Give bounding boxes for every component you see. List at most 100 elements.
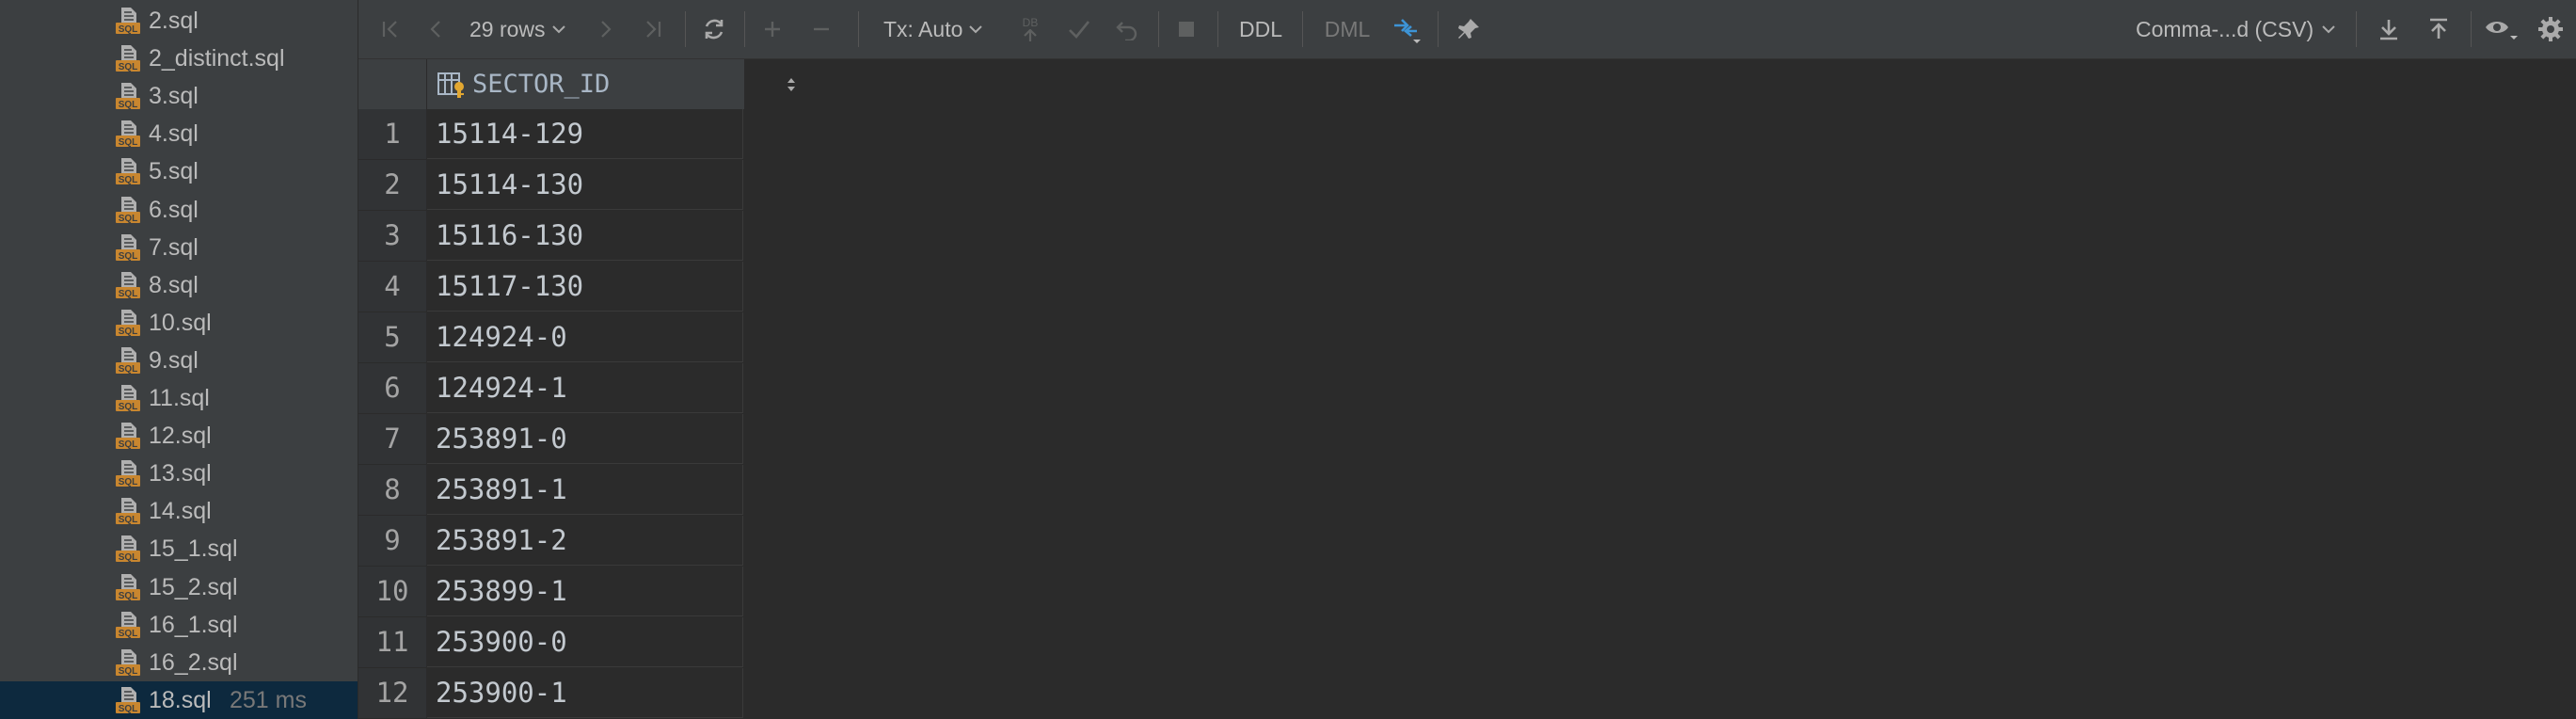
file-name: 16_1.sql	[149, 611, 238, 638]
table-row[interactable]: 8 253891-1	[358, 465, 744, 516]
file-tree-item[interactable]: SQL 16_2.sql	[0, 644, 358, 681]
sector-id-cell[interactable]: 253900-0	[427, 617, 743, 667]
column-header-sector-id[interactable]: SECTOR_ID	[427, 59, 795, 109]
chevron-down-icon	[551, 25, 565, 34]
sector-id-cell[interactable]: 124924-1	[427, 363, 743, 413]
table-row[interactable]: 2 15114-130	[358, 160, 744, 211]
file-name: 2.sql	[149, 8, 199, 34]
table-row[interactable]: 4 15117-130	[358, 262, 744, 312]
export-download-icon[interactable]	[2372, 0, 2406, 58]
file-tree-item[interactable]: SQL 9.sql	[0, 342, 358, 379]
file-tree-item[interactable]: SQL 13.sql	[0, 455, 358, 492]
sql-file-icon: SQL	[116, 535, 140, 563]
stop-icon[interactable]	[1171, 0, 1201, 58]
rollback-undo-icon[interactable]	[1112, 0, 1142, 58]
svg-text:SQL: SQL	[119, 214, 138, 224]
file-tree-item[interactable]: SQL 7.sql	[0, 229, 358, 266]
svg-text:SQL: SQL	[119, 515, 138, 525]
sql-file-icon: SQL	[116, 611, 140, 639]
svg-text:SQL: SQL	[119, 666, 138, 677]
file-tree-item[interactable]: SQL 11.sql	[0, 379, 358, 417]
sector-id-cell[interactable]: 15117-130	[427, 262, 743, 312]
table-row[interactable]: 5 124924-0	[358, 312, 744, 363]
file-tree-item[interactable]: SQL 16_1.sql	[0, 606, 358, 644]
file-tree-item[interactable]: SQL 4.sql	[0, 115, 358, 152]
table-row[interactable]: 3 15116-130	[358, 211, 744, 262]
sql-file-icon: SQL	[116, 498, 140, 525]
pin-tab-icon[interactable]	[1450, 0, 1487, 58]
sector-id-cell[interactable]: 253899-1	[427, 567, 743, 616]
sector-id-cell[interactable]: 15114-129	[427, 109, 743, 159]
add-row-icon[interactable]	[758, 0, 787, 58]
compare-arrows-icon[interactable]	[1388, 0, 1425, 58]
settings-gear-icon[interactable]	[2534, 0, 2568, 58]
sector-id-cell[interactable]: 253891-2	[427, 516, 743, 566]
results-toolbar: 29 rows Tx: Auto DB DDL DML Comma-...d (…	[358, 0, 2576, 59]
file-tree-item[interactable]: SQL 18.sql 251 ms	[0, 680, 358, 719]
table-row[interactable]: 7 253891-0	[358, 414, 744, 465]
first-page-icon[interactable]	[374, 0, 406, 58]
export-format-dropdown[interactable]: Comma-...d (CSV)	[2136, 0, 2345, 58]
file-name: 8.sql	[149, 271, 199, 298]
next-page-icon[interactable]	[592, 0, 620, 58]
row-number: 10	[358, 567, 427, 617]
sector-id-cell[interactable]: 15116-130	[427, 211, 743, 261]
export-format-label: Comma-...d (CSV)	[2136, 16, 2314, 41]
sort-toggle-icon[interactable]	[785, 74, 798, 95]
last-page-icon[interactable]	[637, 0, 669, 58]
table-row[interactable]: 9 253891-2	[358, 516, 744, 567]
svg-text:SQL: SQL	[119, 24, 138, 35]
file-tree-item[interactable]: SQL 8.sql	[0, 266, 358, 304]
file-tree-item[interactable]: SQL 2.sql	[0, 2, 358, 40]
file-tree-item[interactable]: SQL 2_distinct.sql	[0, 40, 358, 77]
table-row[interactable]: 12 253900-1	[358, 668, 744, 719]
table-row[interactable]: 1 15114-129	[358, 109, 744, 160]
sql-file-icon: SQL	[116, 648, 140, 677]
dml-button[interactable]: DML	[1318, 0, 1376, 58]
file-tree-item[interactable]: SQL 15_1.sql	[0, 530, 358, 567]
row-number: 9	[358, 516, 427, 567]
ddl-button[interactable]: DDL	[1232, 0, 1289, 58]
sql-file-icon: SQL	[116, 460, 140, 487]
submit-db-icon[interactable]: DB	[1016, 0, 1044, 58]
ddl-label: DDL	[1238, 16, 1282, 41]
table-row[interactable]: 11 253900-0	[358, 617, 744, 668]
toolbar-separator	[1302, 11, 1303, 47]
toolbar-separator	[2356, 11, 2357, 47]
table-row[interactable]: 10 253899-1	[358, 567, 744, 617]
svg-text:SQL: SQL	[119, 100, 138, 110]
delete-row-icon[interactable]	[807, 0, 835, 58]
sector-id-cell[interactable]: 15114-130	[427, 160, 743, 210]
refresh-icon[interactable]	[695, 0, 733, 58]
sql-file-icon: SQL	[116, 573, 140, 601]
view-options-eye-icon[interactable]	[2481, 0, 2522, 58]
sql-file-icon: SQL	[116, 346, 140, 375]
file-tree-item[interactable]: SQL 5.sql	[0, 152, 358, 190]
sql-file-icon: SQL	[116, 423, 140, 450]
file-tree-item[interactable]: SQL 12.sql	[0, 417, 358, 455]
svg-text:SQL: SQL	[119, 62, 138, 72]
toolbar-separator	[1217, 11, 1218, 47]
sql-file-icon: SQL	[116, 120, 140, 148]
file-tree-item[interactable]: SQL 14.sql	[0, 492, 358, 530]
file-tree-item[interactable]: SQL 6.sql	[0, 191, 358, 229]
import-upload-icon[interactable]	[2422, 0, 2456, 58]
file-name: 4.sql	[149, 120, 199, 148]
previous-page-icon[interactable]	[421, 0, 450, 58]
file-name: 9.sql	[149, 346, 199, 374]
file-tree-item[interactable]: SQL 3.sql	[0, 77, 358, 115]
sector-id-cell[interactable]: 253891-0	[427, 414, 743, 464]
sector-id-cell[interactable]: 253900-1	[427, 668, 743, 718]
row-number: 4	[358, 262, 427, 312]
transaction-mode-dropdown[interactable]: Tx: Auto	[883, 0, 994, 58]
toolbar-separator	[2471, 11, 2472, 47]
table-row[interactable]: 6 124924-1	[358, 363, 744, 414]
row-number: 2	[358, 160, 427, 211]
rows-count-dropdown[interactable]: 29 rows	[469, 0, 580, 58]
transaction-mode-label: Tx: Auto	[883, 16, 963, 41]
commit-check-icon[interactable]	[1064, 0, 1094, 58]
file-tree-item[interactable]: SQL 10.sql	[0, 304, 358, 342]
sector-id-cell[interactable]: 124924-0	[427, 312, 743, 362]
file-tree-item[interactable]: SQL 15_2.sql	[0, 568, 358, 606]
sector-id-cell[interactable]: 253891-1	[427, 465, 743, 515]
